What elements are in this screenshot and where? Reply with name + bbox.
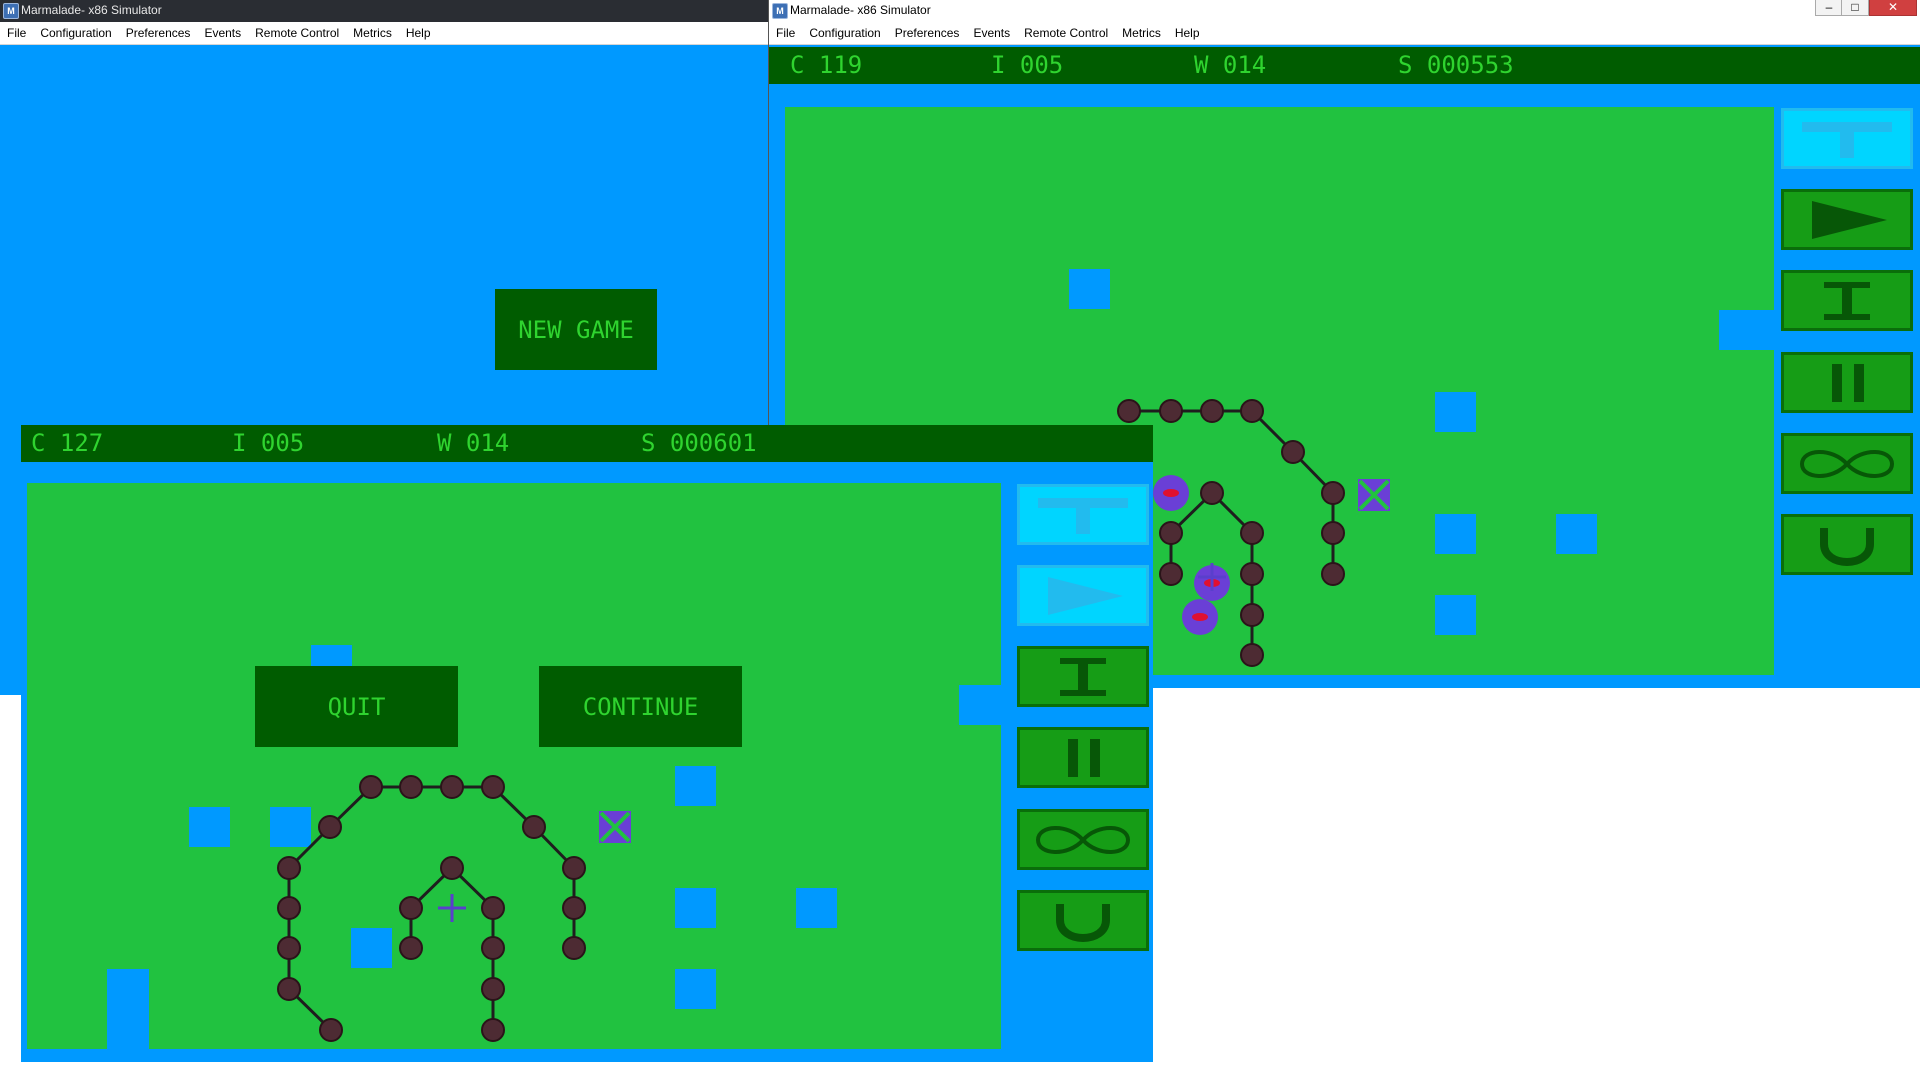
minimize-button[interactable]: – bbox=[1815, 0, 1843, 16]
path-node bbox=[562, 896, 586, 920]
title-bar[interactable]: M Marmalade- x86 Simulator bbox=[0, 0, 768, 22]
magnet-button[interactable] bbox=[1017, 890, 1149, 951]
path-node bbox=[481, 775, 505, 799]
pause-button[interactable] bbox=[1017, 727, 1149, 788]
goal-marker-icon bbox=[1358, 479, 1390, 511]
maximize-button[interactable]: □ bbox=[1841, 0, 1869, 16]
new-game-button[interactable]: NEW GAME bbox=[495, 289, 657, 370]
menu-metrics[interactable]: Metrics bbox=[346, 22, 399, 44]
magnet-icon bbox=[1056, 903, 1110, 942]
tower-i-icon bbox=[1060, 657, 1106, 696]
menu-preferences[interactable]: Preferences bbox=[888, 22, 967, 44]
path-node bbox=[277, 856, 301, 880]
path-node bbox=[277, 977, 301, 1001]
path-node bbox=[1281, 440, 1305, 464]
menu-file[interactable]: File bbox=[0, 22, 33, 44]
pause-icon bbox=[1832, 363, 1864, 402]
play-icon bbox=[1812, 200, 1887, 239]
enemy-unit bbox=[1182, 599, 1218, 635]
menu-bar: File Configuration Preferences Events Remote… bbox=[0, 22, 768, 45]
window-title: Marmalade- x86 Simulator bbox=[21, 3, 162, 17]
path-node bbox=[1159, 399, 1183, 423]
path-node bbox=[399, 775, 423, 799]
path-node bbox=[1321, 562, 1345, 586]
path-node bbox=[562, 936, 586, 960]
path-node bbox=[481, 936, 505, 960]
quit-button[interactable]: QUIT bbox=[255, 666, 458, 747]
menu-file[interactable]: File bbox=[769, 22, 802, 44]
path-node bbox=[1200, 481, 1224, 505]
tower-tool-button[interactable] bbox=[1781, 108, 1913, 169]
path-node bbox=[1240, 562, 1264, 586]
path-node bbox=[1240, 603, 1264, 627]
goal-marker-icon bbox=[599, 811, 631, 843]
menu-remote-control[interactable]: Remote Control bbox=[248, 22, 346, 44]
infinity-icon bbox=[1799, 449, 1895, 478]
path-node bbox=[318, 815, 342, 839]
path-node bbox=[1159, 562, 1183, 586]
path-node bbox=[481, 896, 505, 920]
path-node bbox=[319, 1018, 343, 1042]
game-canvas-front: C 127 I 005 W 014 S 000601 QUIT CONTINUE bbox=[21, 425, 1153, 1062]
menu-help[interactable]: Help bbox=[1168, 22, 1207, 44]
path-node bbox=[1240, 399, 1264, 423]
tower-i-tool-button[interactable] bbox=[1017, 646, 1149, 707]
infinity-icon bbox=[1035, 825, 1131, 854]
tower-tool-button[interactable] bbox=[1017, 484, 1149, 545]
infinity-button[interactable] bbox=[1781, 433, 1913, 494]
magnet-icon bbox=[1820, 527, 1874, 566]
close-button[interactable]: ✕ bbox=[1869, 0, 1917, 16]
crosshair-icon bbox=[438, 894, 466, 922]
play-button[interactable] bbox=[1781, 189, 1913, 250]
pause-icon bbox=[1068, 738, 1100, 777]
window-title: Marmalade- x86 Simulator bbox=[790, 3, 931, 17]
path-node bbox=[1200, 399, 1224, 423]
play-button[interactable] bbox=[1017, 565, 1149, 626]
magnet-button[interactable] bbox=[1781, 514, 1913, 575]
tower-i-tool-button[interactable] bbox=[1781, 270, 1913, 331]
menu-configuration[interactable]: Configuration bbox=[802, 22, 887, 44]
menu-preferences[interactable]: Preferences bbox=[119, 22, 198, 44]
menu-configuration[interactable]: Configuration bbox=[33, 22, 118, 44]
path-node bbox=[399, 936, 423, 960]
path-node bbox=[481, 1018, 505, 1042]
path-nodes bbox=[277, 775, 586, 1042]
pause-button[interactable] bbox=[1781, 352, 1913, 413]
path-node bbox=[440, 856, 464, 880]
path-node bbox=[1240, 521, 1264, 545]
infinity-button[interactable] bbox=[1017, 809, 1149, 870]
title-bar[interactable]: M Marmalade- x86 Simulator – □ ✕ bbox=[769, 0, 1920, 22]
menu-help[interactable]: Help bbox=[399, 22, 438, 44]
path-node bbox=[277, 936, 301, 960]
path-node bbox=[399, 896, 423, 920]
path-node bbox=[1321, 481, 1345, 505]
tower-icon bbox=[1802, 121, 1892, 158]
menu-events[interactable]: Events bbox=[197, 22, 248, 44]
tower-i-icon bbox=[1824, 281, 1870, 320]
app-icon: M bbox=[772, 3, 788, 19]
play-icon bbox=[1048, 576, 1123, 615]
menu-events[interactable]: Events bbox=[966, 22, 1017, 44]
path-node bbox=[1321, 521, 1345, 545]
path-node bbox=[481, 977, 505, 1001]
menu-metrics[interactable]: Metrics bbox=[1115, 22, 1168, 44]
path-node bbox=[440, 775, 464, 799]
path-node bbox=[359, 775, 383, 799]
app-icon: M bbox=[3, 3, 19, 19]
menu-bar: File Configuration Preferences Events Remote… bbox=[769, 22, 1920, 45]
path-node bbox=[1159, 521, 1183, 545]
path-node bbox=[1117, 399, 1141, 423]
menu-remote-control[interactable]: Remote Control bbox=[1017, 22, 1115, 44]
continue-button[interactable]: CONTINUE bbox=[539, 666, 742, 747]
tower-icon bbox=[1038, 497, 1128, 534]
enemy-unit bbox=[1153, 475, 1189, 511]
path-node bbox=[277, 896, 301, 920]
path-node bbox=[562, 856, 586, 880]
path-node bbox=[1240, 643, 1264, 667]
path-node bbox=[522, 815, 546, 839]
